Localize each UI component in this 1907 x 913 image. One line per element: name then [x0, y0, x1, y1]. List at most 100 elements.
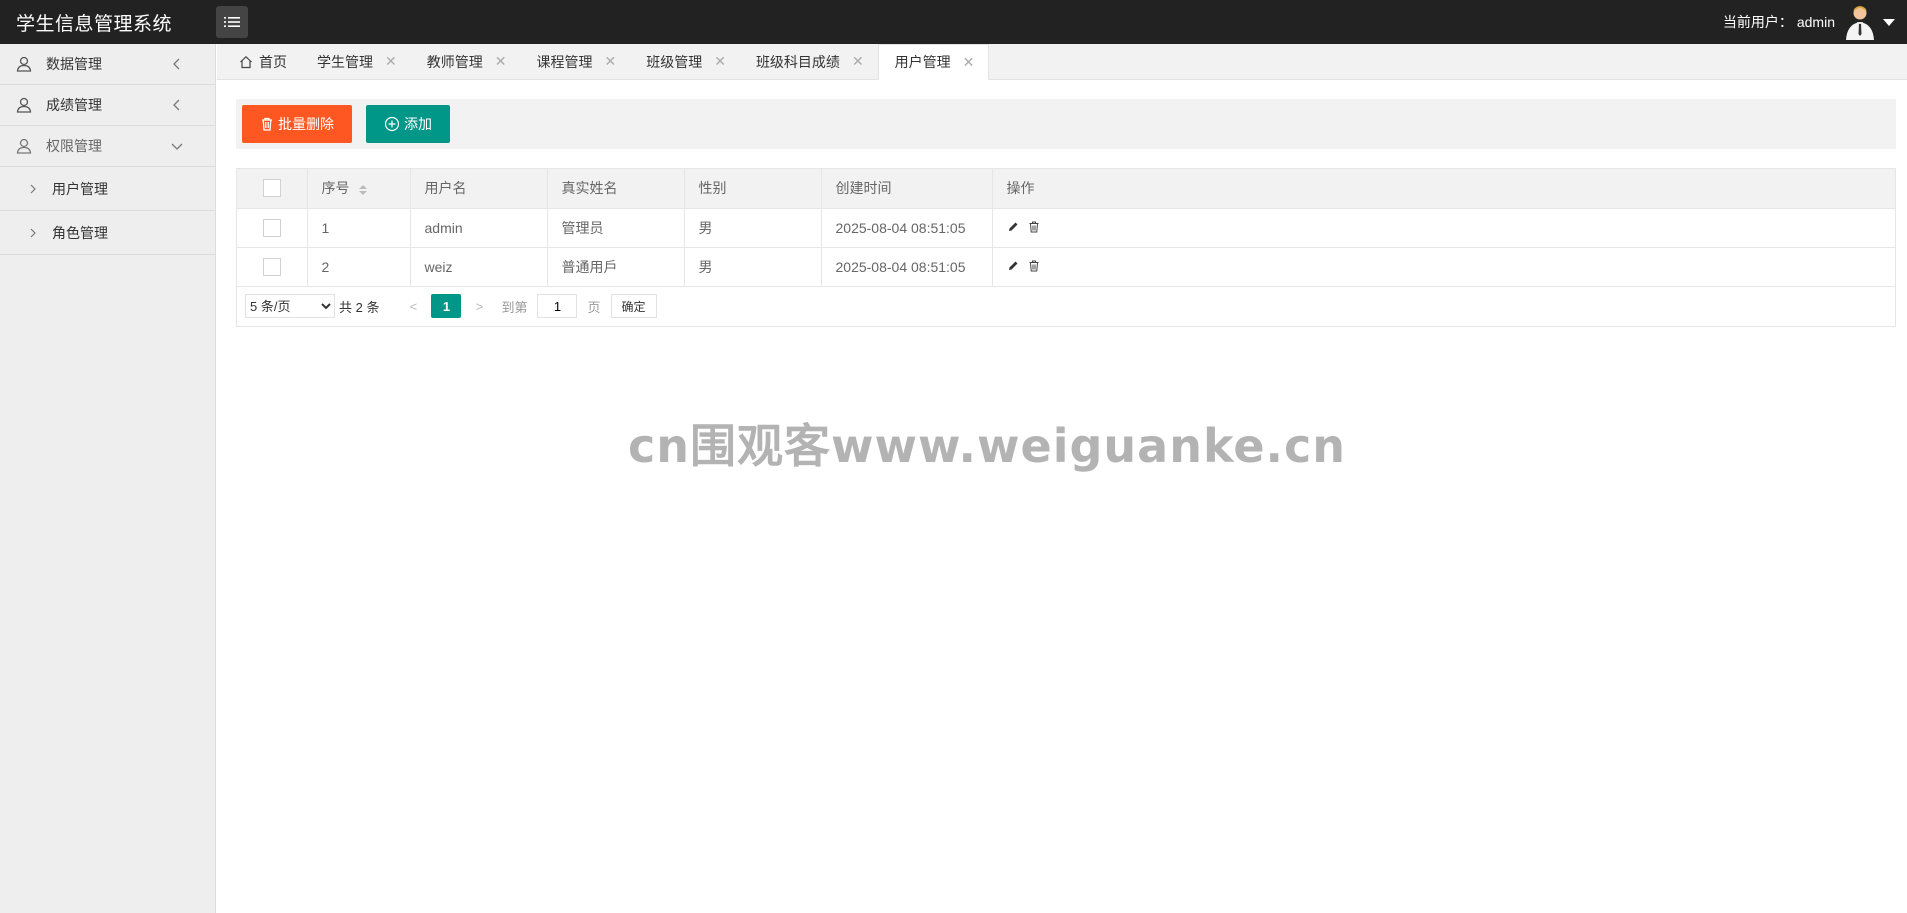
top-header: 学生信息管理系统 当前用户： admin [0, 0, 1907, 44]
sidebar-item-permissions[interactable]: 权限管理 [0, 126, 215, 167]
sidebar-item-label: 数据管理 [46, 56, 102, 72]
close-icon[interactable]: ✕ [852, 53, 864, 70]
column-header-realname: 真实姓名 [547, 169, 685, 209]
row-checkbox-cell [237, 208, 308, 248]
chevron-right-icon [30, 184, 36, 193]
sidebar-subitem-users[interactable]: 用户管理 [0, 167, 215, 211]
chevron-left-icon [173, 99, 180, 111]
current-user-label: 当前用户： [1722, 14, 1793, 30]
close-icon[interactable]: ✕ [714, 53, 726, 70]
tab-users[interactable]: 用户管理 ✕ [877, 44, 990, 80]
cell-actions [992, 208, 1895, 248]
sidebar-subitem-roles[interactable]: 角色管理 [0, 211, 215, 255]
add-circle-icon [384, 116, 400, 132]
edit-icon[interactable] [1007, 259, 1019, 275]
cell-username: weiz [410, 247, 548, 287]
total-count: 共 2 条 [339, 299, 380, 315]
user-icon [16, 138, 32, 154]
page-unit-label: 页 [587, 299, 601, 315]
sidebar-subitem-label: 角色管理 [52, 224, 108, 241]
goto-label: 到第 [501, 299, 528, 315]
sidebar-item-scores[interactable]: 成绩管理 [0, 85, 215, 126]
tab-label: 教师管理 [426, 53, 483, 70]
cell-gender: 男 [684, 247, 822, 287]
close-icon[interactable]: ✕ [963, 54, 975, 71]
sort-icon[interactable] [358, 184, 368, 196]
menu-toggle-button[interactable] [216, 6, 248, 38]
table-row: 1 admin 管理员 男 2025-08-04 08:51:05 [237, 208, 1895, 248]
close-icon[interactable]: ✕ [495, 53, 507, 70]
chevron-left-icon [173, 58, 180, 70]
cell-id: 2 [307, 247, 411, 287]
user-area[interactable]: 当前用户： admin [1723, 0, 1895, 44]
close-icon[interactable]: ✕ [604, 53, 616, 70]
add-button[interactable]: 添加 [366, 105, 450, 143]
home-icon [240, 55, 252, 68]
chevron-right-icon [30, 228, 36, 237]
tab-students[interactable]: 学生管理 ✕ [301, 44, 411, 79]
prev-page-icon[interactable]: < [399, 299, 427, 314]
column-header-created: 创建时间 [821, 169, 993, 209]
cell-created: 2025-08-04 08:51:05 [821, 247, 993, 287]
sidebar-item-data[interactable]: 数据管理 [0, 44, 215, 85]
close-icon[interactable]: ✕ [385, 53, 397, 70]
user-icon [16, 56, 32, 72]
column-header-actions: 操作 [992, 169, 1895, 209]
tab-home[interactable]: 首页 [223, 44, 301, 79]
sidebar-subitem-label: 用户管理 [52, 180, 108, 197]
cell-realname: 普通用戶 [547, 247, 685, 287]
table-header-row: 序号 用户名 真实姓名 性别 创建时间 操作 [237, 169, 1895, 209]
cell-id: 1 [307, 208, 411, 248]
select-all-cell [237, 169, 308, 209]
goto-confirm-button[interactable]: 确定 [610, 294, 657, 318]
cell-gender: 男 [684, 208, 822, 248]
tab-label: 课程管理 [536, 53, 593, 70]
column-header-label: 序号 [321, 180, 350, 197]
chevron-down-icon [171, 143, 183, 150]
trash-icon [262, 117, 272, 131]
tab-label: 用户管理 [894, 54, 951, 70]
tab-classes[interactable]: 班级管理 ✕ [630, 44, 740, 79]
edit-icon[interactable] [1007, 220, 1019, 236]
tab-label: 班级科目成绩 [755, 53, 840, 70]
sidebar: 数据管理 成绩管理 权限管理 用户管理 角色管理 [0, 44, 216, 913]
row-checkbox[interactable] [263, 257, 281, 276]
cell-created: 2025-08-04 08:51:05 [821, 208, 993, 248]
batch-delete-label: 批量删除 [278, 116, 334, 132]
column-header-id[interactable]: 序号 [307, 169, 411, 209]
row-checkbox-cell [237, 247, 308, 287]
chevron-down-icon[interactable] [1883, 18, 1895, 26]
select-all-checkbox[interactable] [263, 179, 281, 198]
app-title: 学生信息管理系统 [16, 13, 173, 35]
current-page-button[interactable]: 1 [431, 294, 462, 318]
column-header-username: 用户名 [410, 169, 548, 209]
sidebar-item-label: 权限管理 [46, 138, 102, 154]
user-table: 序号 用户名 真实姓名 性别 创建时间 操作 1 admin 管理员 男 202… [236, 168, 1896, 327]
pagination: 5 条/页 共 2 条 < 1 > 到第 页 确定 [237, 287, 1895, 326]
cell-actions [992, 247, 1895, 287]
sidebar-item-label: 成绩管理 [46, 97, 102, 113]
column-header-gender: 性别 [684, 169, 822, 209]
toolbar: 批量删除 添加 [236, 99, 1896, 149]
tab-label: 班级管理 [646, 53, 703, 70]
watermark: cn围观客www.weiguanke.cn [628, 419, 1347, 473]
avatar[interactable] [1843, 4, 1877, 40]
tab-teachers[interactable]: 教师管理 ✕ [411, 44, 521, 79]
page-size-select[interactable]: 5 条/页 [245, 294, 335, 318]
goto-page-input[interactable] [537, 294, 578, 318]
batch-delete-button[interactable]: 批量删除 [242, 105, 352, 143]
row-checkbox[interactable] [263, 218, 281, 237]
tab-class-subject-scores[interactable]: 班级科目成绩 ✕ [740, 44, 878, 79]
next-page-icon[interactable]: > [465, 299, 493, 314]
tab-label: 学生管理 [317, 53, 373, 70]
menu-icon [224, 17, 240, 27]
user-icon [16, 97, 32, 113]
cell-username: admin [410, 208, 548, 248]
cell-realname: 管理员 [547, 208, 685, 248]
table-row: 2 weiz 普通用戶 男 2025-08-04 08:51:05 [237, 247, 1895, 287]
tab-label: 首页 [259, 53, 287, 70]
tab-courses[interactable]: 课程管理 ✕ [520, 44, 630, 79]
delete-icon[interactable] [1028, 220, 1040, 236]
add-label: 添加 [404, 116, 432, 132]
delete-icon[interactable] [1028, 259, 1040, 275]
